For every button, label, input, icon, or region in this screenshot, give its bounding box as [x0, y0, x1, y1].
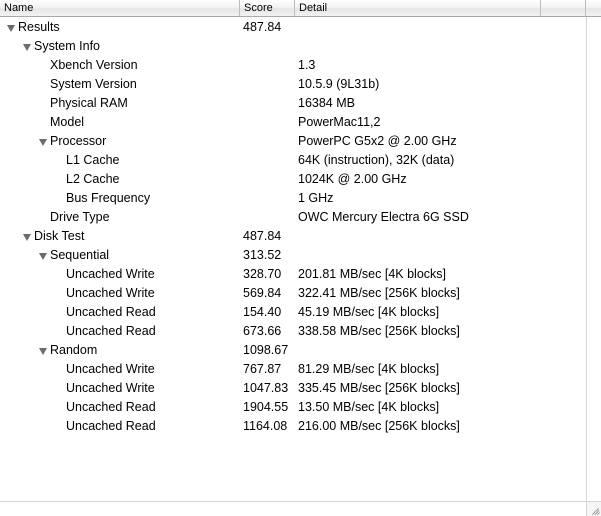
row-score: 487.84: [243, 229, 282, 243]
outline-row[interactable]: Random 1098.67: [0, 341, 586, 360]
outline-rows: Results 487.84 System Info Xbench Version 1.…: [0, 18, 586, 500]
outline-row[interactable]: L1 Cache 64K (instruction), 32K (data): [0, 151, 586, 170]
row-name: Uncached Read: [66, 324, 156, 338]
row-detail: 64K (instruction), 32K (data): [298, 153, 455, 167]
row-name: Uncached Write: [66, 286, 155, 300]
row-name: Uncached Write: [66, 267, 155, 281]
row-score: 1904.55: [243, 400, 289, 414]
row-score: 487.84: [243, 20, 282, 34]
row-name: Model: [50, 115, 85, 129]
row-detail: 13.50 MB/sec [4K blocks]: [298, 400, 440, 414]
results-outline-view: Name Score Detail Results 487.84 System In…: [0, 0, 601, 516]
disclosure-triangle-expanded-icon[interactable]: [7, 25, 15, 32]
outline-row[interactable]: Uncached Write 1047.83 335.45 MB/sec [256K…: [0, 379, 586, 398]
row-name: Bus Frequency: [66, 191, 151, 205]
row-name: Uncached Read: [66, 419, 156, 433]
row-name: Uncached Read: [66, 305, 156, 319]
row-detail: 1024K @ 2.00 GHz: [298, 172, 407, 186]
row-detail: PowerPC G5x2 @ 2.00 GHz: [298, 134, 457, 148]
row-name: System Version: [50, 77, 137, 91]
row-name: Disk Test: [34, 229, 85, 243]
row-score: 328.70: [243, 267, 282, 281]
disclosure-triangle-expanded-icon[interactable]: [39, 139, 47, 146]
disclosure-triangle-expanded-icon[interactable]: [23, 44, 31, 51]
row-score: 1047.83: [243, 381, 289, 395]
outline-row[interactable]: Xbench Version 1.3: [0, 56, 586, 75]
outline-row[interactable]: Disk Test 487.84: [0, 227, 586, 246]
row-name: System Info: [34, 39, 100, 53]
row-score: 313.52: [243, 248, 282, 262]
row-score: 673.66: [243, 324, 282, 338]
row-score: 569.84: [243, 286, 282, 300]
row-score: 1098.67: [243, 343, 289, 357]
row-name: Random: [50, 343, 98, 357]
row-detail: 1 GHz: [298, 191, 334, 205]
row-name: Uncached Write: [66, 362, 155, 376]
outline-row[interactable]: Uncached Read 1904.55 13.50 MB/sec [4K blo…: [0, 398, 586, 417]
outline-row[interactable]: Sequential 313.52: [0, 246, 586, 265]
row-detail: 45.19 MB/sec [4K blocks]: [298, 305, 440, 319]
outline-row[interactable]: Model PowerMac11,2: [0, 113, 586, 132]
row-name: Uncached Write: [66, 381, 155, 395]
column-header-bar: Name Score Detail: [0, 0, 601, 17]
detail-column-header[interactable]: Detail: [295, 0, 541, 16]
outline-row[interactable]: Uncached Write 767.87 81.29 MB/sec [4K blo…: [0, 360, 586, 379]
row-score: 1164.08: [243, 419, 288, 433]
row-detail: 81.29 MB/sec [4K blocks]: [298, 362, 440, 376]
disclosure-triangle-expanded-icon[interactable]: [39, 348, 47, 355]
row-score: 154.40: [243, 305, 282, 319]
row-name: Sequential: [50, 248, 110, 262]
outline-row[interactable]: Uncached Read 673.66 338.58 MB/sec [256K b…: [0, 322, 586, 341]
outline-row[interactable]: Bus Frequency 1 GHz: [0, 189, 586, 208]
row-detail: 16384 MB: [298, 96, 355, 110]
outline-row[interactable]: Results 487.84: [0, 18, 586, 37]
row-name: Xbench Version: [50, 58, 138, 72]
score-column-header[interactable]: Score: [240, 0, 295, 16]
header-corner: [586, 0, 601, 16]
row-detail: 216.00 MB/sec [256K blocks]: [298, 419, 460, 433]
row-name: Uncached Read: [66, 400, 156, 414]
outline-row[interactable]: Processor PowerPC G5x2 @ 2.00 GHz: [0, 132, 586, 151]
outline-row[interactable]: System Info: [0, 37, 586, 56]
row-detail: 10.5.9 (9L31b): [298, 77, 380, 91]
row-name: Drive Type: [50, 210, 110, 224]
vertical-scrollbar[interactable]: [586, 17, 601, 501]
row-name: Physical RAM: [50, 96, 128, 110]
disclosure-triangle-expanded-icon[interactable]: [39, 253, 47, 260]
row-detail: 338.58 MB/sec [256K blocks]: [298, 324, 460, 338]
row-detail: 322.41 MB/sec [256K blocks]: [298, 286, 460, 300]
disclosure-triangle-expanded-icon[interactable]: [23, 234, 31, 241]
row-detail: OWC Mercury Electra 6G SSD: [298, 210, 469, 224]
row-name: Results: [18, 20, 60, 34]
name-column-header[interactable]: Name: [0, 0, 240, 16]
row-detail: 335.45 MB/sec [256K blocks]: [298, 381, 460, 395]
outline-row[interactable]: Uncached Read 154.40 45.19 MB/sec [4K bloc…: [0, 303, 586, 322]
outline-row[interactable]: Uncached Write 569.84 322.41 MB/sec [256K …: [0, 284, 586, 303]
row-score: 767.87: [243, 362, 282, 376]
outline-row[interactable]: Uncached Read 1164.08 216.00 MB/sec [256K …: [0, 417, 586, 436]
resize-grip-icon[interactable]: [586, 501, 601, 516]
row-name: L2 Cache: [66, 172, 120, 186]
outline-row[interactable]: System Version 10.5.9 (9L31b): [0, 75, 586, 94]
outline-row[interactable]: L2 Cache 1024K @ 2.00 GHz: [0, 170, 586, 189]
outline-row[interactable]: Physical RAM 16384 MB: [0, 94, 586, 113]
row-detail: 1.3: [298, 58, 316, 72]
row-name: L1 Cache: [66, 153, 120, 167]
row-name: Processor: [50, 134, 107, 148]
row-detail: 201.81 MB/sec [4K blocks]: [298, 267, 446, 281]
outline-row[interactable]: Drive Type OWC Mercury Electra 6G SSD: [0, 208, 586, 227]
empty-column-header: [541, 0, 586, 16]
row-detail: PowerMac11,2: [298, 115, 381, 129]
horizontal-scrollbar[interactable]: [0, 501, 586, 516]
outline-row[interactable]: Uncached Write 328.70 201.81 MB/sec [4K bl…: [0, 265, 586, 284]
